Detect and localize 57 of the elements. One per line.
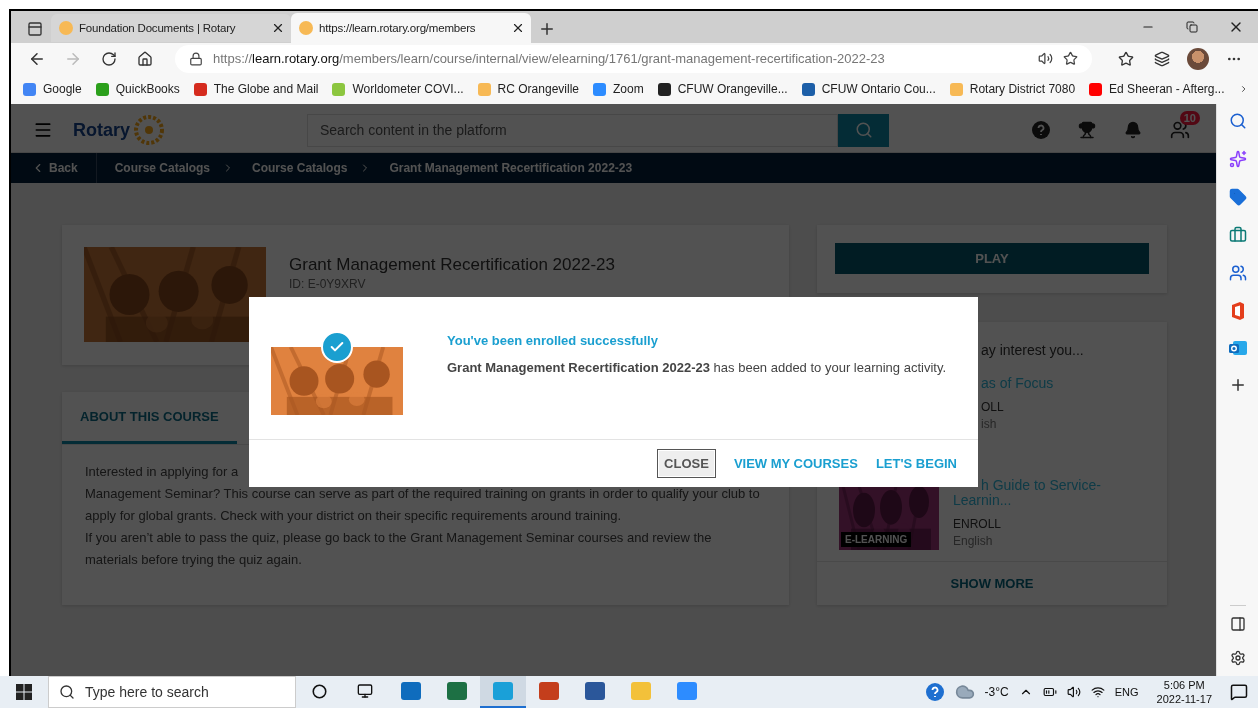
close-button[interactable]: CLOSE [657,449,716,478]
course-title: Grant Management Recertification 2022-23 [289,255,615,275]
type-badge: E-LEARNING [841,532,912,547]
briefcase-icon[interactable] [1228,226,1247,244]
bookmark[interactable]: The Globe and Mail [193,82,319,96]
battery-icon[interactable] [1042,685,1057,699]
close-icon[interactable] [511,21,525,35]
bookmark[interactable]: Zoom [593,82,644,96]
clock-time[interactable]: 5:06 PM [1163,678,1205,692]
trophy-icon[interactable] [1078,121,1096,139]
settings-icon[interactable] [1229,650,1246,666]
volume-icon[interactable] [1066,685,1081,699]
browser-tab[interactable]: https://learn.rotary.org/members [291,13,531,43]
bookmark[interactable]: Ed Sheeran - Afterg... [1089,82,1225,96]
description-text: If you aren’t able to pass the quiz, please go back to the Grant Management Seminar courses and review the materials before trying the quiz again. [85,529,713,569]
description-text: Management Seminar? This course can serve as part of the required training on grants in order to qualify your club to apply for global grants. Check with your district on their specific requirements around training. [85,485,761,525]
tag-icon[interactable] [1228,188,1247,206]
bookmark[interactable]: Rotary District 7080 [949,82,1076,96]
office-icon[interactable] [1229,302,1246,320]
language-indicator[interactable]: ENG [1114,686,1139,698]
search-icon [59,684,75,700]
browser-tab[interactable]: Foundation Documents | Rotary [51,14,291,42]
cloud-icon[interactable] [954,682,975,702]
check-icon [321,331,353,363]
help-icon[interactable] [924,682,945,702]
dialog-heading: You've been enrolled successfully [447,333,659,348]
search-icon [854,121,873,139]
favorite-icon[interactable] [1063,51,1078,66]
notification-badge: 10 [1179,111,1200,125]
dialog-message: Grant Management Recertification 2022-23 has been added to your learning activity. [447,360,947,375]
help-icon[interactable] [1032,121,1050,139]
lock-icon[interactable] [189,51,203,66]
bookmark[interactable]: QuickBooks [95,82,180,96]
section-heading: ay interest you... [980,341,1085,358]
notifications-icon[interactable] [1230,683,1248,701]
wifi-icon[interactable] [1090,685,1105,699]
bookmark[interactable]: Google [23,82,82,96]
bookmark[interactable]: RC Orangeville [477,82,579,96]
panel-icon[interactable] [1229,616,1246,632]
users-icon[interactable] [1170,120,1190,140]
sparkle-icon[interactable] [1228,150,1247,168]
temperature-text[interactable]: -3°C [984,685,1009,699]
clock-date[interactable]: 2022-11-17 [1156,692,1212,706]
search-icon[interactable] [1228,112,1247,130]
bell-icon[interactable] [1124,121,1142,139]
taskbar-search-field[interactable]: Type here to search [48,676,296,708]
bookmark[interactable]: Worldometer COVI... [332,82,464,96]
bookmark[interactable]: CFUW Orangeville... [657,82,788,96]
browser-app-icon[interactable] [480,676,526,708]
address-field[interactable]: https://learn.rotary.org/members/learn/course/internal/view/elearning/1761/grant-management-recertification-2022-23 [175,44,1092,73]
mail-icon[interactable] [1228,340,1247,356]
close-icon[interactable] [271,21,285,35]
read-aloud-icon[interactable] [1038,51,1053,66]
people-icon[interactable] [1228,264,1247,282]
bookmark[interactable]: CFUW Ontario Cou... [801,82,936,96]
menu-icon[interactable] [33,120,53,140]
windows-icon[interactable] [16,684,32,700]
